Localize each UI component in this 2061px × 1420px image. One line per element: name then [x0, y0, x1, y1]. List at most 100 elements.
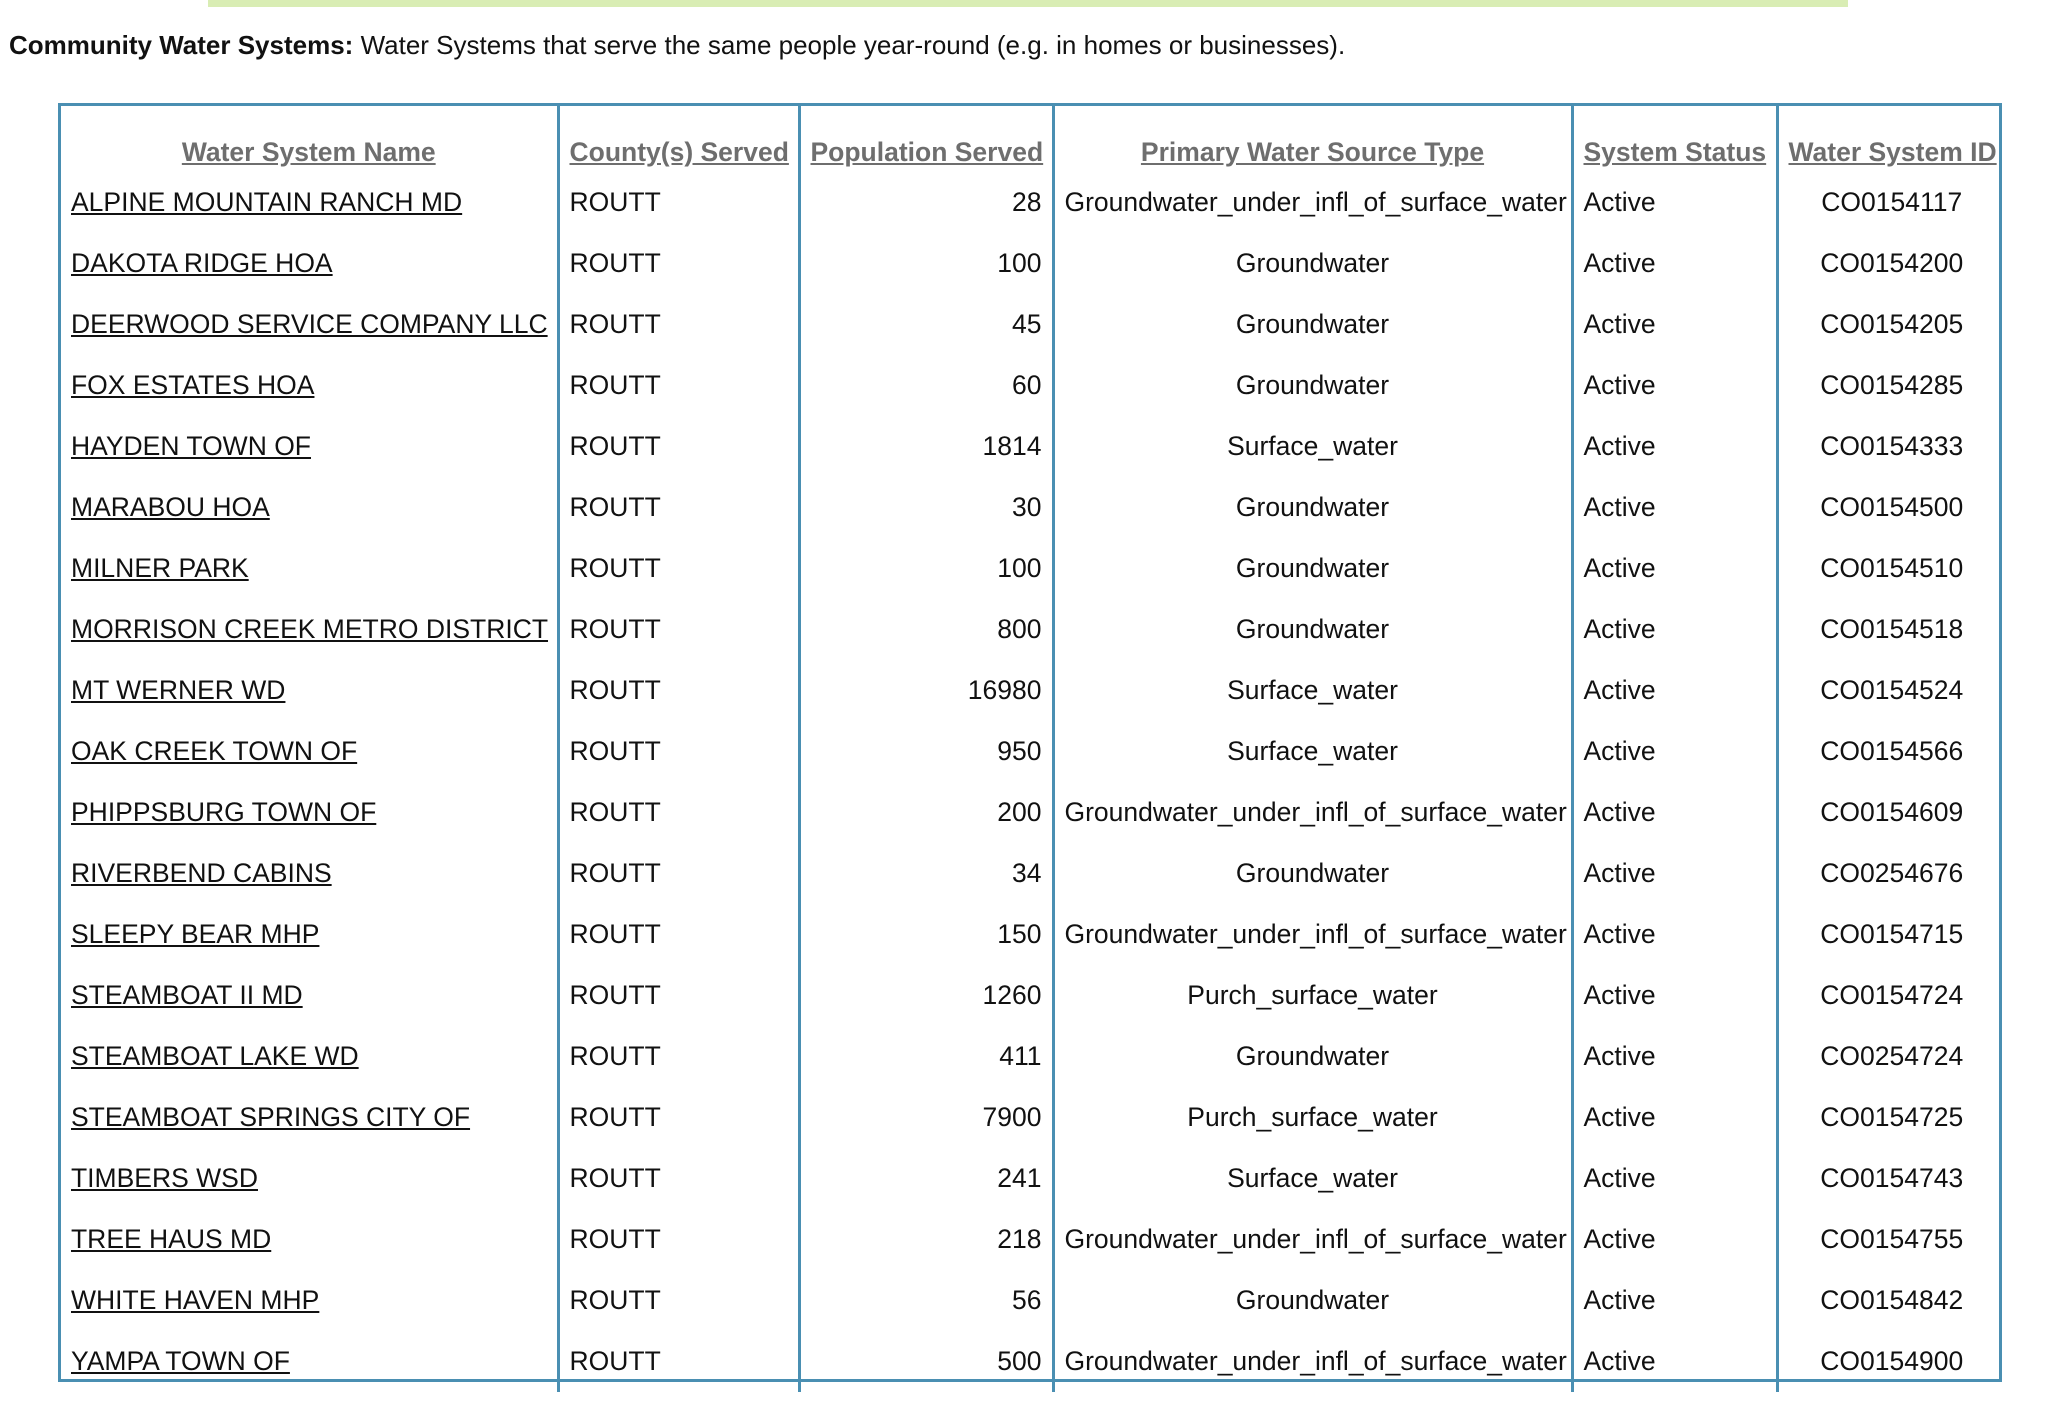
water-system-link[interactable]: MARABOU HOA [71, 492, 270, 522]
cell-population: 56 [797, 1270, 1053, 1331]
cell-water-system-name: TIMBERS WSD [61, 1148, 558, 1209]
table-row: STEAMBOAT LAKE WD ROUTT 411 Groundwater Acti… [61, 1026, 2005, 1087]
cell-water-system-name: MILNER PARK [61, 538, 558, 599]
cell-county: ROUTT [556, 477, 799, 538]
water-system-link[interactable]: FOX ESTATES HOA [71, 370, 314, 400]
table-row: PHIPPSBURG TOWN OF ROUTT 200 Groundwater_un… [61, 782, 2005, 843]
table-header-row: Water System Name County(s) Served Popul… [61, 106, 2005, 172]
cell-population: 150 [797, 904, 1053, 965]
cell-water-system-name: SLEEPY BEAR MHP [61, 904, 558, 965]
table-row: DEERWOOD SERVICE COMPANY LLC ROUTT 45 Groun… [61, 294, 2005, 355]
cell-water-system-name: STEAMBOAT LAKE WD [61, 1026, 558, 1087]
water-system-link[interactable]: ALPINE MOUNTAIN RANCH MD [71, 187, 462, 217]
cell-water-system-id: CO0154285 [1775, 355, 2005, 416]
cell-status: Active [1570, 294, 1777, 355]
cell-water-system-name: YAMPA TOWN OF [61, 1331, 558, 1392]
cell-source-type: Groundwater [1051, 843, 1572, 904]
cell-water-system-id: CO0154842 [1775, 1270, 2005, 1331]
cell-source-type: Surface_water [1051, 1148, 1572, 1209]
water-system-link[interactable]: TIMBERS WSD [71, 1163, 258, 1193]
water-system-link[interactable]: HAYDEN TOWN OF [71, 431, 311, 461]
cell-source-type: Groundwater [1051, 538, 1572, 599]
cell-population: 800 [797, 599, 1053, 660]
cell-water-system-id: CO0154200 [1775, 233, 2005, 294]
cell-water-system-name: RIVERBEND CABINS [61, 843, 558, 904]
water-system-link[interactable]: STEAMBOAT II MD [71, 980, 303, 1010]
water-system-link[interactable]: YAMPA TOWN OF [71, 1346, 290, 1376]
water-system-link[interactable]: MT WERNER WD [71, 675, 285, 705]
water-system-link[interactable]: PHIPPSBURG TOWN OF [71, 797, 376, 827]
table-row: MILNER PARK ROUTT 100 Groundwater Active CO01… [61, 538, 2005, 599]
water-system-link[interactable]: RIVERBEND CABINS [71, 858, 332, 888]
cell-population: 500 [797, 1331, 1053, 1392]
cell-population: 241 [797, 1148, 1053, 1209]
table-row: SLEEPY BEAR MHP ROUTT 150 Groundwater_under… [61, 904, 2005, 965]
cell-status: Active [1570, 660, 1777, 721]
cell-county: ROUTT [556, 843, 799, 904]
water-system-link[interactable]: SLEEPY BEAR MHP [71, 919, 319, 949]
water-system-link[interactable]: STEAMBOAT SPRINGS CITY OF [71, 1102, 470, 1132]
cell-water-system-id: CO0154518 [1775, 599, 2005, 660]
table-row: TREE HAUS MD ROUTT 218 Groundwater_under_in… [61, 1209, 2005, 1270]
cell-source-type: Groundwater [1051, 599, 1572, 660]
cell-water-system-id: CO0154510 [1775, 538, 2005, 599]
cell-county: ROUTT [556, 965, 799, 1026]
sort-header-system-status[interactable]: System Status [1570, 106, 1777, 172]
water-system-link[interactable]: MILNER PARK [71, 553, 249, 583]
water-system-link[interactable]: WHITE HAVEN MHP [71, 1285, 319, 1315]
cell-source-type: Groundwater_under_infl_of_surface_water [1051, 782, 1572, 843]
sort-header-population-served[interactable]: Population Served [797, 106, 1053, 172]
cell-source-type: Groundwater [1051, 294, 1572, 355]
water-system-link[interactable]: STEAMBOAT LAKE WD [71, 1041, 359, 1071]
section-description: Community Water Systems: Water Systems t… [9, 28, 1345, 62]
cell-source-type: Purch_surface_water [1051, 1087, 1572, 1148]
water-system-link[interactable]: MORRISON CREEK METRO DISTRICT [71, 614, 548, 644]
cell-water-system-id: CO0154743 [1775, 1148, 2005, 1209]
water-system-link[interactable]: DAKOTA RIDGE HOA [71, 248, 333, 278]
sort-header-county-served[interactable]: County(s) Served [556, 106, 799, 172]
cell-water-system-id: CO0154205 [1775, 294, 2005, 355]
cell-water-system-name: DAKOTA RIDGE HOA [61, 233, 558, 294]
cell-county: ROUTT [556, 1331, 799, 1392]
table-row: ALPINE MOUNTAIN RANCH MD ROUTT 28 Groundwat… [61, 172, 2005, 233]
cell-source-type: Groundwater_under_infl_of_surface_water [1051, 1209, 1572, 1270]
cell-water-system-id: CO0254724 [1775, 1026, 2005, 1087]
cell-county: ROUTT [556, 355, 799, 416]
cell-population: 411 [797, 1026, 1053, 1087]
sort-header-primary-source-type[interactable]: Primary Water Source Type [1051, 106, 1572, 172]
water-system-link[interactable]: TREE HAUS MD [71, 1224, 271, 1254]
cell-status: Active [1570, 172, 1777, 233]
cell-county: ROUTT [556, 538, 799, 599]
cell-county: ROUTT [556, 721, 799, 782]
cell-population: 30 [797, 477, 1053, 538]
water-system-link[interactable]: OAK CREEK TOWN OF [71, 736, 357, 766]
sort-header-water-system-id[interactable]: Water System ID [1775, 106, 2005, 172]
cell-source-type: Surface_water [1051, 660, 1572, 721]
cell-water-system-name: TREE HAUS MD [61, 1209, 558, 1270]
cell-water-system-name: MARABOU HOA [61, 477, 558, 538]
cell-status: Active [1570, 782, 1777, 843]
cell-water-system-id: CO0154117 [1775, 172, 2005, 233]
section-text: Water Systems that serve the same people… [353, 30, 1346, 60]
cell-county: ROUTT [556, 1148, 799, 1209]
cell-status: Active [1570, 1026, 1777, 1087]
table-row: TIMBERS WSD ROUTT 241 Surface_water Active CO… [61, 1148, 2005, 1209]
water-system-link[interactable]: DEERWOOD SERVICE COMPANY LLC [71, 309, 548, 339]
cell-population: 16980 [797, 660, 1053, 721]
cell-water-system-name: DEERWOOD SERVICE COMPANY LLC [61, 294, 558, 355]
cell-population: 100 [797, 538, 1053, 599]
section-title: Community Water Systems: [9, 30, 354, 60]
table-row: MORRISON CREEK METRO DISTRICT ROUTT 800 Gro… [61, 599, 2005, 660]
sort-header-water-system-name[interactable]: Water System Name [61, 106, 558, 172]
table-body: ALPINE MOUNTAIN RANCH MD ROUTT 28 Groundwat… [61, 172, 2005, 1392]
cell-population: 7900 [797, 1087, 1053, 1148]
cell-water-system-id: CO0154724 [1775, 965, 2005, 1026]
cell-county: ROUTT [556, 599, 799, 660]
table-row: MT WERNER WD ROUTT 16980 Surface_water Activ… [61, 660, 2005, 721]
cell-source-type: Purch_surface_water [1051, 965, 1572, 1026]
cell-source-type: Groundwater [1051, 477, 1572, 538]
cell-source-type: Groundwater_under_infl_of_surface_water [1051, 1331, 1572, 1392]
table-row: STEAMBOAT II MD ROUTT 1260 Purch_surface_wa… [61, 965, 2005, 1026]
cell-source-type: Groundwater [1051, 1026, 1572, 1087]
cell-water-system-id: CO0154333 [1775, 416, 2005, 477]
